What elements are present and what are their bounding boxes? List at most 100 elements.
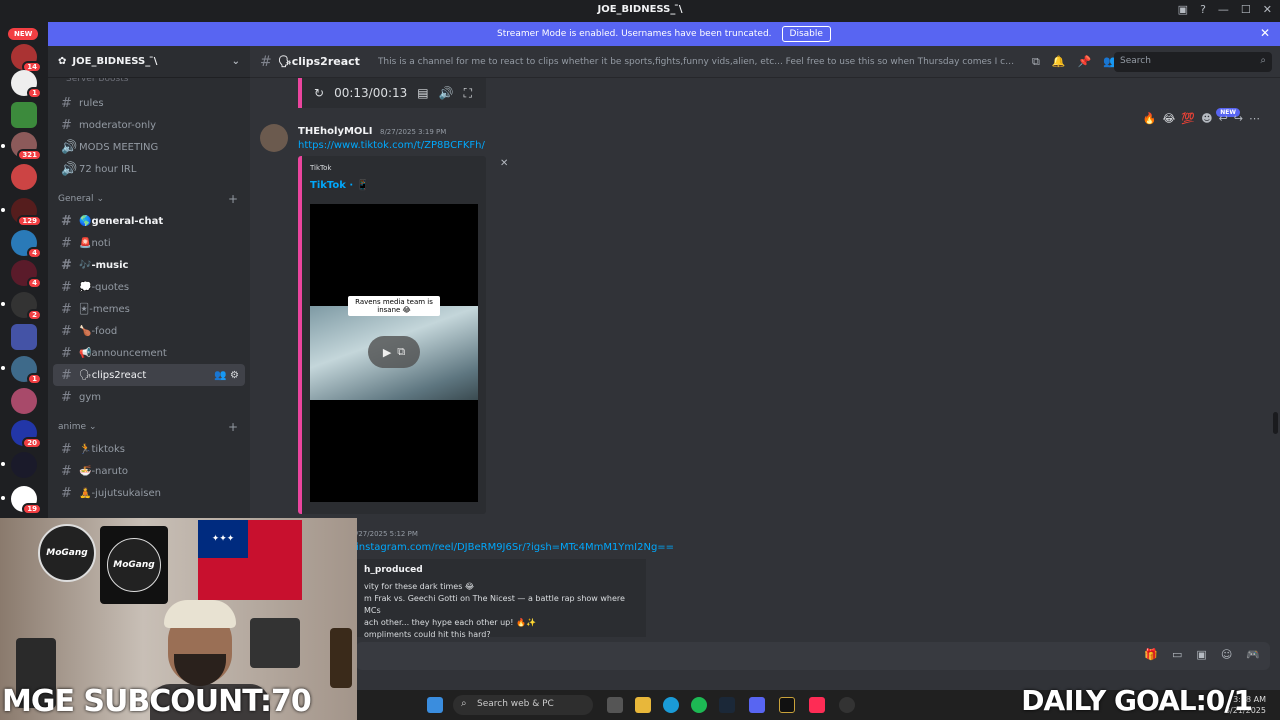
message-author[interactable]: THEholyMOLI <box>298 126 373 137</box>
channel-music[interactable]: # 🎶-music <box>53 254 245 276</box>
inbox-icon[interactable]: ▣ <box>1178 3 1188 16</box>
obs-icon[interactable] <box>839 697 855 713</box>
captions-icon[interactable]: ▤ <box>417 86 428 100</box>
lamp <box>330 628 352 688</box>
server-icon[interactable] <box>11 324 37 350</box>
add-reaction-icon[interactable]: ☻ <box>1201 112 1212 125</box>
channel-label: rules <box>79 97 104 109</box>
server-icon[interactable]: 19 <box>11 486 42 515</box>
channel-noti[interactable]: # 🚨noti <box>53 232 245 254</box>
avatar[interactable] <box>260 124 288 152</box>
server-icon[interactable]: 1 <box>11 70 42 99</box>
more-options-icon[interactable]: ⋯ <box>1249 112 1260 125</box>
replay-icon[interactable]: ↻ <box>314 86 324 100</box>
text-channel-icon: # <box>61 213 72 229</box>
channel-quotes[interactable]: # 💭-quotes <box>53 276 245 298</box>
voice-channel-icon: 🔊 <box>61 139 78 155</box>
reply-icon[interactable]: ↩ <box>1219 112 1228 125</box>
open-external-icon: ⧉ <box>397 345 406 358</box>
discord-icon[interactable] <box>749 697 765 713</box>
app-icon[interactable] <box>779 697 795 713</box>
server-icon[interactable]: 14 <box>11 44 42 73</box>
channel-naruto[interactable]: # 🍜-naruto <box>53 460 245 482</box>
forward-icon[interactable]: ↪ <box>1234 112 1243 125</box>
gift-icon[interactable]: 🎁 <box>1144 648 1158 661</box>
tiktok-icon[interactable] <box>809 697 825 713</box>
category-general[interactable]: General ⌄ + <box>48 188 250 210</box>
play-button[interactable]: ▶ ⧉ <box>368 336 420 368</box>
server-icon[interactable]: 20 <box>11 420 42 449</box>
server-icon[interactable] <box>11 102 37 128</box>
channel-moderator-only[interactable]: # moderator-only <box>53 114 245 136</box>
sticker-icon[interactable]: ▣ <box>1196 648 1206 661</box>
volume-icon[interactable]: 🔊 <box>439 86 454 100</box>
server-icon[interactable]: 4 <box>11 230 42 259</box>
start-icon[interactable] <box>427 697 443 713</box>
embed-title[interactable]: TikTok · 📱 <box>310 180 369 191</box>
notification-bell-icon[interactable]: 🔔 <box>1052 55 1066 69</box>
laugh-reaction-icon[interactable]: 😂 <box>1163 112 1176 125</box>
close-window-icon[interactable]: ✕ <box>1263 3 1272 16</box>
disable-streamer-button[interactable]: Disable <box>781 26 831 42</box>
edge-icon[interactable] <box>663 697 679 713</box>
gif-icon[interactable]: ▭ <box>1172 648 1182 661</box>
taskbar-search[interactable]: ⌕ Search web & PC <box>453 695 593 715</box>
server-icon[interactable] <box>11 164 37 190</box>
channel-topic[interactable]: This is a channel for me to react to cli… <box>378 57 1018 67</box>
spotify-icon[interactable] <box>691 697 707 713</box>
server-icon[interactable]: 4 <box>11 260 42 289</box>
channel-settings-icon[interactable]: 👥 ⚙ <box>214 370 239 381</box>
video-thumbnail[interactable]: Ravens media team is insane 😂 ▶ ⧉ <box>310 204 478 502</box>
fire-reaction-icon[interactable]: 🔥 <box>1143 112 1157 125</box>
mogang-logo: MoGang <box>38 524 96 582</box>
server-icon[interactable] <box>11 388 37 414</box>
guild-name: JOE_BIDNESS_ ̄\ <box>72 56 158 67</box>
message-action-bar: 🔥 😂 💯 ☻ ↩ ↪ ⋯ <box>1143 112 1260 125</box>
channel-rules[interactable]: # rules <box>53 92 245 114</box>
channel-memes[interactable]: # 🃏-memes <box>53 298 245 320</box>
threads-icon[interactable]: ⧉ <box>1032 55 1040 69</box>
server-icon[interactable] <box>11 452 37 478</box>
message-link[interactable]: https://www.tiktok.com/t/ZP8BCFKFh/ <box>298 140 485 151</box>
close-banner-icon[interactable]: ✕ <box>1260 26 1270 40</box>
server-icon[interactable]: 129 <box>11 198 42 227</box>
scrollbar[interactable] <box>1273 412 1278 434</box>
wall-poster: MoGang <box>100 526 168 604</box>
activities-icon[interactable]: 🎮 <box>1246 648 1260 661</box>
pin-icon[interactable]: 📌 <box>1078 55 1092 69</box>
steam-icon[interactable] <box>719 697 735 713</box>
channel-72-hour-irl[interactable]: 🔊 72 hour IRL <box>53 158 245 180</box>
channel-jujutsukaisen[interactable]: # 🧘-jujutsukaisen <box>53 482 245 504</box>
previous-video-controls: ↻ 00:13/00:13 ▤ 🔊 ⛶ <box>298 78 486 108</box>
file-explorer-icon[interactable] <box>635 697 651 713</box>
channel-food[interactable]: # 🍗-food <box>53 320 245 342</box>
text-channel-icon: # <box>61 463 72 479</box>
help-icon[interactable]: ? <box>1200 3 1206 16</box>
task-view-icon[interactable] <box>607 697 623 713</box>
server-icon[interactable]: 1 <box>11 356 42 385</box>
channel-gym[interactable]: # gym <box>53 386 245 408</box>
add-channel-icon[interactable]: + <box>228 192 238 206</box>
channel-general-chat[interactable]: # 🌎general-chat <box>53 210 245 232</box>
channel-tiktoks[interactable]: # 🏃tiktoks <box>53 438 245 460</box>
guild-header[interactable]: ✿ JOE_BIDNESS_ ̄\ ⌄ <box>48 46 250 78</box>
channel-announcement[interactable]: # 📢announcement <box>53 342 245 364</box>
channel-clips2react[interactable]: # 🗣clips2react 👥 ⚙ <box>53 364 245 386</box>
category-anime[interactable]: anime ⌄ + <box>48 416 250 438</box>
channel-name: 🗣clips2react <box>277 55 360 68</box>
remove-embed-icon[interactable]: ✕ <box>500 158 508 169</box>
embed-author[interactable]: h_produced <box>364 565 638 575</box>
server-icon[interactable]: 321 <box>11 132 42 161</box>
message-link[interactable]: instagram.com/reel/DJBeRM9J6Sr/?igsh=MTc… <box>356 542 956 553</box>
hundred-reaction-icon[interactable]: 💯 <box>1181 112 1195 125</box>
emoji-icon[interactable]: ☺ <box>1221 648 1232 661</box>
message: /27/2025 5:12 PM instagram.com/reel/DJBe… <box>356 530 956 639</box>
add-channel-icon[interactable]: + <box>228 420 238 434</box>
fullscreen-icon[interactable]: ⛶ <box>464 86 472 101</box>
maximize-icon[interactable]: ☐ <box>1241 3 1251 16</box>
server-icon[interactable]: 2 <box>11 292 42 321</box>
message-composer[interactable]: 🎁 ▭ ▣ ☺ 🎮 <box>356 642 1270 670</box>
channel-mods-meeting[interactable]: 🔊 MODS MEETING <box>53 136 245 158</box>
search-input[interactable]: Search ⌕ <box>1114 52 1272 72</box>
minimize-icon[interactable]: — <box>1218 3 1229 16</box>
